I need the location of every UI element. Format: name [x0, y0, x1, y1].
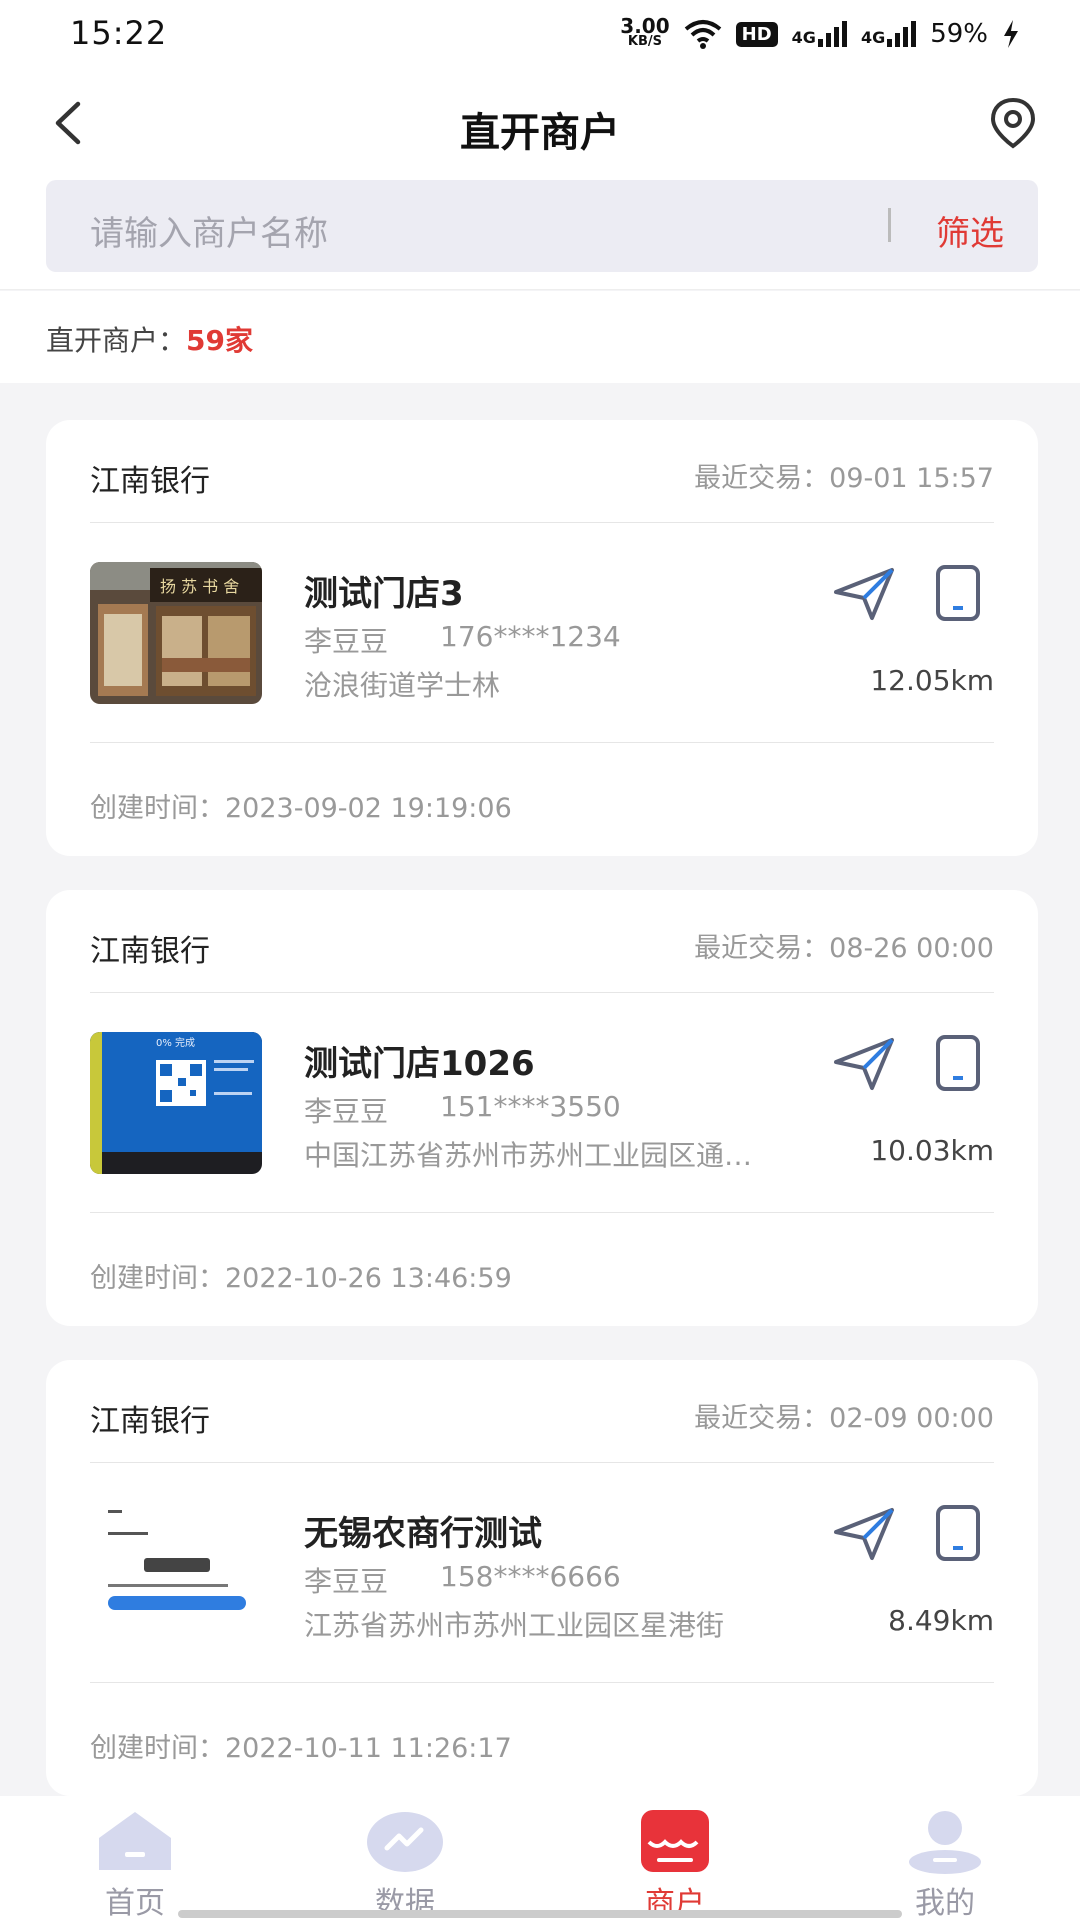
store-photo[interactable] — [90, 1502, 262, 1644]
search-divider — [888, 208, 891, 242]
tab-home[interactable]: 首页 — [0, 1796, 270, 1920]
device-icon[interactable] — [934, 564, 982, 622]
recent-label: 最近交易： — [694, 463, 830, 494]
bank-name: 江南银行 — [90, 934, 210, 969]
hd-badge: HD — [735, 21, 778, 47]
device-icon[interactable] — [934, 1034, 982, 1092]
device-icon[interactable] — [934, 1504, 982, 1562]
created-label: 创建时间： — [90, 1263, 225, 1294]
user-icon — [909, 1811, 981, 1874]
contact-name: 李豆豆 — [304, 1095, 389, 1128]
recent-transaction: 最近交易：02-09 00:00 — [694, 1396, 994, 1435]
home-icon — [99, 1812, 171, 1870]
merchant-count: 直开商户：59家 — [46, 319, 253, 359]
store-address: 沧浪街道学士林 — [304, 669, 501, 702]
charging-icon — [1004, 20, 1018, 48]
divider — [90, 1682, 994, 1683]
chart-icon — [367, 1812, 443, 1872]
divider — [90, 1212, 994, 1213]
status-bar: 15:22 3.00 KB/S HD 4G 4G 59% — [0, 0, 1080, 70]
created-time: 创建时间：2022-10-11 11:26:17 — [90, 1726, 512, 1765]
merchant-card[interactable]: 江南银行 最近交易：02-09 00:00 无锡农商行测试 李豆豆 158***… — [46, 1360, 1038, 1796]
network-speed: 3.00 KB/S — [620, 14, 670, 50]
contact-phone: 158****6666 — [440, 1560, 621, 1593]
svg-text:扬 苏 书 舍: 扬 苏 书 舍 — [160, 577, 239, 596]
signal-2: 4G — [860, 21, 917, 47]
store-distance: 10.03km — [870, 1134, 994, 1167]
store-name: 测试门店3 — [304, 574, 464, 614]
store-distance: 12.05km — [870, 664, 994, 697]
recent-time: 09-01 15:57 — [829, 463, 994, 494]
divider — [90, 1462, 994, 1463]
signal-bars-icon — [887, 21, 917, 47]
created-time: 创建时间：2022-10-26 13:46:59 — [90, 1256, 512, 1295]
network-speed-unit: KB/S — [627, 34, 663, 49]
store-address: 江苏省苏州市苏州工业园区星港街 — [304, 1609, 725, 1642]
tab-merchant[interactable]: 商户 — [540, 1796, 810, 1920]
contact-phone: 176****1234 — [440, 620, 621, 653]
divider — [90, 992, 994, 993]
merchant-card[interactable]: 江南银行 最近交易：09-01 15:57 扬 苏 书 舍 测试门店3 李豆豆 … — [46, 420, 1038, 856]
signal-1-label: 4G — [791, 28, 816, 47]
recent-time: 08-26 00:00 — [829, 933, 994, 964]
store-icon — [641, 1810, 709, 1872]
divider — [90, 522, 994, 523]
network-speed-value: 3.00 — [620, 14, 670, 38]
tab-mine[interactable]: 我的 — [810, 1796, 1080, 1920]
home-indicator[interactable] — [178, 1910, 902, 1918]
status-time: 15:22 — [70, 14, 168, 52]
recent-transaction: 最近交易：08-26 00:00 — [694, 926, 994, 965]
store-photo[interactable]: 扬 苏 书 舍 — [90, 562, 262, 704]
merchant-count-value: 59家 — [186, 324, 253, 357]
bottom-tab-bar: 首页 数据 商户 我的 — [0, 1796, 1080, 1920]
recent-time: 02-09 00:00 — [829, 1403, 994, 1434]
created-label: 创建时间： — [90, 1733, 225, 1764]
created-time: 创建时间：2023-09-02 19:19:06 — [90, 786, 512, 825]
recent-transaction: 最近交易：09-01 15:57 — [694, 456, 994, 495]
store-distance: 8.49km — [888, 1604, 994, 1637]
contact-phone: 151****3550 — [440, 1090, 621, 1123]
filter-button[interactable]: 筛选 — [936, 206, 1004, 255]
svg-text:0% 完成: 0% 完成 — [156, 1036, 195, 1049]
created-value: 2023-09-02 19:19:06 — [225, 793, 512, 824]
battery-level: 59% — [930, 19, 988, 49]
navigate-icon[interactable] — [832, 1506, 896, 1562]
created-value: 2022-10-11 11:26:17 — [225, 1733, 512, 1764]
merchant-count-bar: 直开商户：59家 — [0, 291, 1080, 383]
store-photo[interactable]: 0% 完成 — [90, 1032, 262, 1174]
wifi-icon — [684, 20, 721, 49]
search-bar[interactable]: 请输入商户名称 筛选 — [46, 180, 1038, 272]
signal-bars-icon — [817, 21, 847, 47]
page-header: 直开商户 请输入商户名称 筛选 — [0, 70, 1080, 290]
bank-name: 江南银行 — [90, 464, 210, 499]
merchant-count-label: 直开商户： — [46, 324, 187, 357]
contact-name: 李豆豆 — [304, 625, 389, 658]
created-value: 2022-10-26 13:46:59 — [225, 1263, 512, 1294]
store-name: 无锡农商行测试 — [304, 1514, 542, 1554]
status-icons: 3.00 KB/S HD 4G 4G 59% — [620, 14, 1020, 54]
store-address: 中国江苏省苏州市苏州工业园区通… — [304, 1139, 753, 1172]
navigate-icon[interactable] — [832, 566, 896, 622]
recent-label: 最近交易： — [694, 933, 830, 964]
merchant-card[interactable]: 江南银行 最近交易：08-26 00:00 0% 完成 测试门店1026 李豆豆… — [46, 890, 1038, 1326]
signal-1: 4G — [792, 21, 847, 47]
page-title: 直开商户 — [460, 110, 620, 156]
bank-name: 江南银行 — [90, 1404, 210, 1439]
signal-2-label: 4G — [860, 28, 886, 47]
navigate-icon[interactable] — [832, 1036, 896, 1092]
contact-name: 李豆豆 — [304, 1565, 389, 1598]
divider — [90, 742, 994, 743]
location-pin-icon[interactable] — [988, 96, 1038, 152]
search-input[interactable]: 请输入商户名称 — [90, 206, 328, 255]
tab-data[interactable]: 数据 — [270, 1796, 540, 1920]
created-label: 创建时间： — [90, 793, 225, 824]
store-name: 测试门店1026 — [304, 1044, 535, 1084]
recent-label: 最近交易： — [694, 1403, 830, 1434]
